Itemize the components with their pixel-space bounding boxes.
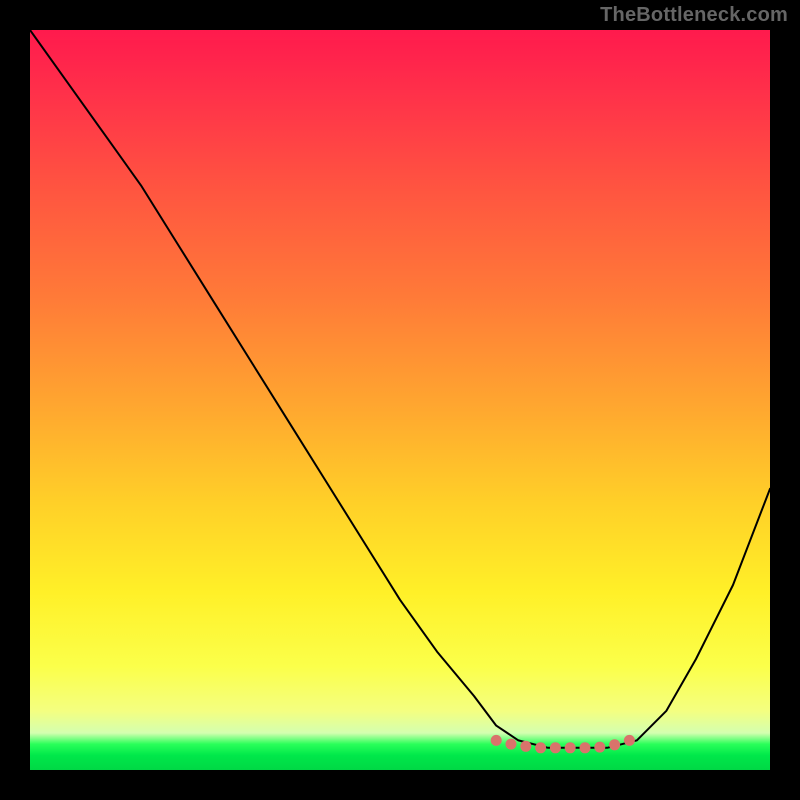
optimal-marker-dot (550, 742, 561, 753)
optimal-marker-dot (609, 739, 620, 750)
optimal-marker-dot (624, 735, 635, 746)
watermark-text: TheBottleneck.com (600, 4, 788, 27)
chart-frame: TheBottleneck.com (0, 0, 800, 800)
plot-area (30, 30, 770, 770)
bottleneck-curve (30, 30, 770, 748)
optimal-marker-dot (594, 742, 605, 753)
optimal-marker-dot (565, 742, 576, 753)
optimal-marker-dot (506, 739, 517, 750)
optimal-marker-dot (580, 742, 591, 753)
optimal-marker-dot (535, 742, 546, 753)
optimal-range-markers (491, 735, 635, 753)
chart-overlay-svg (30, 30, 770, 770)
optimal-marker-dot (520, 741, 531, 752)
optimal-marker-dot (491, 735, 502, 746)
